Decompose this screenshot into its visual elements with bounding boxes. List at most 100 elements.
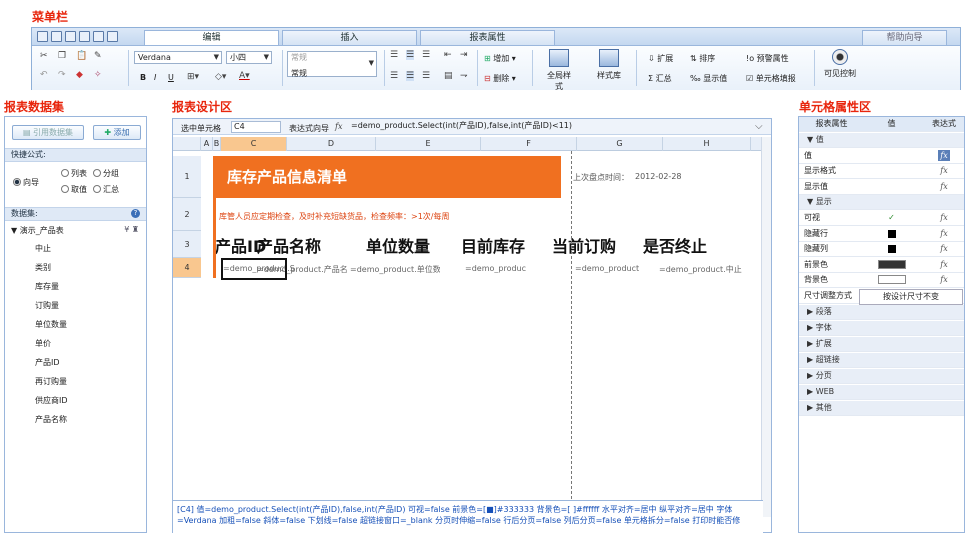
redo-icon[interactable]: ↷ [58, 70, 66, 80]
col-header[interactable]: C [221, 137, 287, 151]
last-check-value[interactable]: 2012-02-28 [635, 172, 682, 181]
checkbox-icon[interactable] [859, 227, 924, 243]
fx-icon[interactable]: fx [925, 273, 963, 287]
wrap-icon[interactable]: ⇁ [460, 71, 468, 81]
prop-section[interactable]: ▶ 字体 [799, 320, 964, 336]
show-value-button[interactable]: ‰ 显示值 [690, 73, 727, 84]
summary-button[interactable]: Σ 汇总 [648, 73, 672, 84]
row-header[interactable]: 2 [173, 198, 201, 231]
col-header[interactable]: B [213, 137, 221, 151]
eraser-icon[interactable]: ◆ [76, 70, 83, 80]
undo-icon[interactable]: ↶ [40, 70, 48, 80]
chevron-down-icon[interactable]: ⌵ [755, 121, 763, 132]
ref-dataset-button[interactable]: ▤ 引用数据集 [12, 125, 84, 140]
radio-sum[interactable]: 汇总 [93, 184, 119, 195]
fx-icon[interactable]: fx [925, 164, 963, 178]
field-item[interactable]: 类别 [35, 262, 51, 273]
format-brush-icon[interactable]: ✎ [94, 51, 102, 61]
preview-icon[interactable] [79, 31, 90, 42]
data-cell[interactable]: =demo_product.中止 [659, 264, 749, 275]
row-header[interactable]: 3 [173, 231, 201, 258]
italic-button[interactable]: I [154, 73, 156, 82]
indent-decrease-icon[interactable]: ⇤ [444, 50, 452, 60]
bg-color-swatch[interactable] [859, 273, 924, 289]
delete-button[interactable]: ⊟ 删除 ▾ [484, 73, 516, 84]
align-center-icon[interactable]: ☰ [406, 71, 415, 81]
prop-section[interactable]: ▶ 段落 [799, 304, 964, 320]
row-header[interactable]: 4 [173, 258, 201, 278]
merge-icon[interactable]: ▤ [444, 71, 453, 81]
fx-icon[interactable]: fx [925, 258, 963, 272]
column-title[interactable]: 单位数量 [366, 233, 430, 257]
checkbox-icon[interactable] [859, 242, 924, 258]
data-cell[interactable]: =demo_product [575, 264, 665, 273]
visible-control-button[interactable]: 可见控制 [820, 49, 860, 79]
field-item[interactable]: 中止 [35, 243, 51, 254]
vertical-scrollbar[interactable] [761, 137, 771, 517]
radio-value[interactable]: 取值 [61, 184, 87, 195]
border-icon[interactable]: ⊞▾ [187, 72, 199, 82]
expand-button[interactable]: ⇩ 扩展 [648, 53, 673, 64]
field-item[interactable]: 供应商ID [35, 395, 68, 406]
corner-cell[interactable] [173, 137, 201, 151]
column-title[interactable]: 产品名称 [257, 233, 321, 257]
prop-section[interactable]: ▶ 超链接 [799, 352, 964, 368]
global-style-button[interactable]: 全局样式 [544, 49, 574, 92]
expr-wizard-label[interactable]: 表达式向导 [289, 123, 329, 134]
print-preview-icon[interactable] [107, 31, 118, 42]
prop-section[interactable]: ▼ 值 [799, 133, 964, 148]
prop-row[interactable]: 可视 ✓ fx [799, 211, 964, 226]
field-item[interactable]: 单位数量 [35, 319, 67, 330]
alert-props-button[interactable]: !o 预警属性 [746, 53, 789, 64]
paste-icon[interactable]: 📋 [76, 51, 87, 61]
cell-fill-button[interactable]: ☑ 单元格填报 [746, 73, 796, 84]
col-header[interactable]: A [201, 137, 213, 151]
add-dataset-button[interactable]: ✚ 添加 [93, 125, 141, 140]
col-header[interactable]: D [287, 137, 376, 151]
font-family-select[interactable]: Verdana ▼ [134, 51, 222, 64]
font-size-select[interactable]: 小四 ▼ [226, 51, 272, 64]
align-top-icon[interactable]: ☰ [390, 50, 398, 60]
fx-icon[interactable]: fx [925, 180, 963, 194]
fx-icon[interactable]: fx [925, 149, 963, 163]
fx-icon[interactable]: fx [925, 227, 963, 241]
open-icon[interactable] [37, 31, 48, 42]
prop-row[interactable]: 背景色 fx [799, 273, 964, 289]
prop-row[interactable]: 隐藏列 fx [799, 242, 964, 258]
underline-button[interactable]: U [168, 73, 174, 82]
indent-increase-icon[interactable]: ⇥ [460, 50, 468, 60]
prop-row[interactable]: 尺寸调整方式 按设计尺寸不变 [799, 289, 964, 305]
font-color-icon[interactable]: A▾ [239, 71, 250, 81]
prop-section[interactable]: ▶ 分页 [799, 368, 964, 384]
data-cell[interactable]: =demo_produc [465, 264, 555, 273]
fx-icon[interactable]: fx [335, 122, 342, 131]
tab-insert[interactable]: 插入 [282, 30, 417, 45]
column-title[interactable]: 目前库存 [461, 233, 525, 257]
prop-section[interactable]: ▼ 显示 [799, 195, 964, 211]
col-header[interactable]: H [663, 137, 751, 151]
prop-section[interactable]: ▶ 扩展 [799, 336, 964, 352]
sort-button[interactable]: ⇅ 排序 [690, 53, 715, 64]
report-title[interactable]: 库存产品信息清单 [213, 156, 561, 198]
formula-input[interactable]: =demo_product.Select(int(产品ID),false,int… [349, 121, 749, 133]
dataset-actions-icon[interactable]: ¥ ♜ [124, 225, 139, 234]
fill-color-icon[interactable]: ◇▾ [215, 72, 226, 82]
field-item[interactable]: 库存量 [35, 281, 59, 292]
prop-section[interactable]: ▶ 其他 [799, 400, 964, 416]
align-left-icon[interactable]: ☰ [390, 71, 398, 81]
fx-icon[interactable]: fx [925, 211, 963, 225]
cut-icon[interactable]: ✂ [40, 51, 48, 61]
help-icon[interactable]: ? [131, 209, 140, 218]
fx-icon[interactable]: fx [925, 242, 963, 256]
col-header[interactable]: F [481, 137, 577, 151]
prop-row[interactable]: 显示值 fx [799, 180, 964, 195]
dataset-tree-node[interactable]: ▼ 演示_产品表 ¥ ♜ [11, 225, 141, 236]
align-bottom-icon[interactable]: ☰ [422, 50, 430, 60]
field-item[interactable]: 单价 [35, 338, 51, 349]
tab-help-guide[interactable]: 帮助向导 [862, 30, 947, 45]
save-as-icon[interactable] [65, 31, 76, 42]
selected-cell-input[interactable]: C4 [231, 121, 281, 133]
add-button[interactable]: ⊞ 增加 ▾ [484, 53, 516, 64]
fg-color-swatch[interactable] [859, 258, 924, 274]
col-header[interactable]: G [577, 137, 663, 151]
